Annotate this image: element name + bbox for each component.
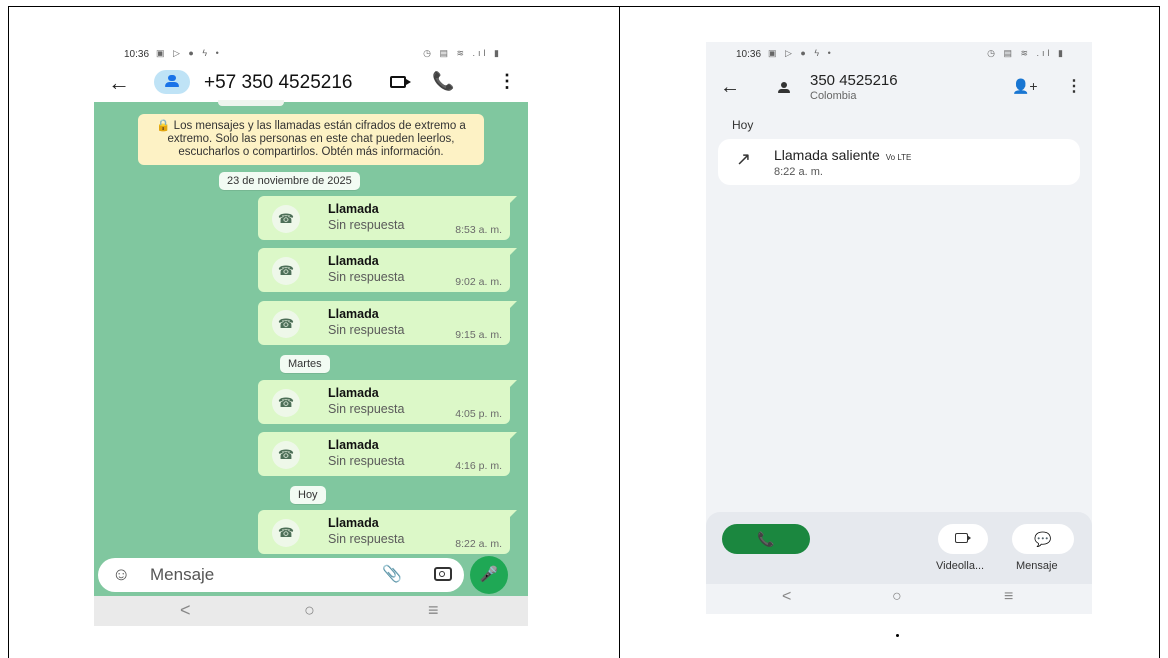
missed-call-icon: ☎ <box>272 519 300 547</box>
missed-call-icon: ☎ <box>272 441 300 469</box>
call-bubble[interactable]: ☎ Llamada Sin respuesta 9:15 a. m. <box>258 301 517 345</box>
table-border-left <box>8 6 9 658</box>
person-icon <box>778 82 790 94</box>
date-pill: 23 de noviembre de 2025 <box>219 172 360 190</box>
attach-icon[interactable]: 📎 <box>382 564 402 584</box>
nav-recents-icon[interactable]: ≡ <box>1004 588 1013 606</box>
call-time: 8:22 a. m. <box>774 166 823 178</box>
missed-call-icon: ☎ <box>272 389 300 417</box>
call-type-label: Llamada saliente <box>774 147 880 163</box>
message-placeholder[interactable]: Mensaje <box>150 565 214 585</box>
call-log-entry[interactable]: ↗ Llamada saliente Vo LTE 8:22 a. m. <box>718 139 1080 185</box>
date-pill: Martes <box>280 355 330 373</box>
call-log-screenshot: 10:36 ▣ ▷ ● ϟ • ◷ ▤ ≋ .ıl ▮ ← 350 452521… <box>706 42 1092 614</box>
call-button[interactable]: 📞 <box>722 524 810 554</box>
missed-call-icon: ☎ <box>272 205 300 233</box>
call-title: Llamada <box>328 254 379 268</box>
table-border-middle <box>619 6 620 658</box>
call-title: Llamada <box>328 516 379 530</box>
system-icons: ◷ ▤ ≋ .ıl ▮ <box>423 48 502 58</box>
video-call-icon[interactable] <box>390 76 411 88</box>
notification-icons: ▣ ▷ ● ϟ • <box>768 48 834 58</box>
overflow-menu-icon[interactable]: ⋮ <box>1066 76 1082 96</box>
contact-name[interactable]: +57 350 4525216 <box>204 72 352 94</box>
whatsapp-screenshot: 10:36 ▣ ▷ ● ϟ • ◷ ▤ ≋ .ıl ▮ ← +57 350 45… <box>94 42 528 626</box>
call-title: Llamada <box>328 202 379 216</box>
volte-icon: Vo LTE <box>885 153 912 162</box>
call-time: 8:53 a. m. <box>455 224 502 236</box>
call-status: Sin respuesta <box>328 402 405 416</box>
call-bubble[interactable]: ☎ Llamada Sin respuesta 9:02 a. m. <box>258 248 517 292</box>
contact-country: Colombia <box>810 90 857 102</box>
android-nav-bar: < ○ ≡ <box>94 596 528 626</box>
call-title: Llamada <box>328 386 379 400</box>
call-time: 4:16 p. m. <box>455 460 502 472</box>
add-contact-icon[interactable]: 👤+ <box>1012 78 1038 95</box>
call-title: Llamada <box>328 307 379 321</box>
outgoing-call-icon: ↗ <box>736 149 752 169</box>
person-icon-body <box>778 89 790 93</box>
missed-call-icon: ☎ <box>272 257 300 285</box>
call-status: Sin respuesta <box>328 270 405 284</box>
android-nav-bar: < ○ ≡ <box>706 584 1092 614</box>
previous-pill-edge <box>218 100 284 106</box>
nav-back-icon[interactable]: < <box>180 600 191 621</box>
call-bubble[interactable]: ☎ Llamada Sin respuesta 8:53 a. m. <box>258 196 517 240</box>
contact-header: ← 350 4525216 Colombia 👤+ ⋮ <box>706 64 1092 110</box>
day-label: Hoy <box>732 118 754 132</box>
call-type: Llamada saliente Vo LTE <box>774 147 911 163</box>
call-time: 9:02 a. m. <box>455 276 502 288</box>
nav-home-icon[interactable]: ○ <box>304 600 315 621</box>
call-title: Llamada <box>328 438 379 452</box>
composer-bar: ☺ Mensaje 📎 🎤 <box>94 554 528 596</box>
chat-header: ← +57 350 4525216 📞 ⋮ <box>94 64 528 102</box>
nav-back-icon[interactable]: < <box>782 588 791 606</box>
status-time: 10:36 <box>736 49 762 60</box>
video-icon <box>955 533 971 543</box>
nav-home-icon[interactable]: ○ <box>892 588 902 606</box>
encryption-notice[interactable]: 🔒 Los mensajes y las llamadas están cifr… <box>138 114 484 165</box>
call-time: 4:05 p. m. <box>455 408 502 420</box>
message-button[interactable]: 💬 <box>1012 524 1074 554</box>
person-icon-head <box>781 82 787 88</box>
caption-dot <box>896 634 899 637</box>
call-time: 8:22 a. m. <box>455 538 502 550</box>
person-icon-body <box>165 82 179 87</box>
date-pill: Hoy <box>290 486 326 504</box>
camera-icon[interactable] <box>434 567 452 581</box>
video-call-button[interactable] <box>938 524 988 554</box>
call-time: 9:15 a. m. <box>455 329 502 341</box>
status-bar: 10:36 ▣ ▷ ● ϟ • ◷ ▤ ≋ .ıl ▮ <box>94 42 528 64</box>
call-status: Sin respuesta <box>328 454 405 468</box>
message-label: Mensaje <box>1016 560 1058 572</box>
video-call-label: Videolla... <box>936 560 985 572</box>
system-icons: ◷ ▤ ≋ .ıl ▮ <box>987 48 1066 58</box>
table-border-top <box>8 6 1160 7</box>
person-icon <box>168 75 176 81</box>
action-bar: 📞 💬 Videolla... Mensaje <box>706 512 1092 584</box>
chat-area[interactable]: 🔒 Los mensajes y las llamadas están cifr… <box>94 100 528 554</box>
message-input[interactable]: ☺ Mensaje 📎 <box>98 558 464 592</box>
missed-call-icon: ☎ <box>272 310 300 338</box>
table-border-right <box>1159 6 1160 658</box>
call-status: Sin respuesta <box>328 532 405 546</box>
back-arrow-icon[interactable]: ← <box>720 76 740 99</box>
back-arrow-icon[interactable]: ← <box>108 70 130 96</box>
notification-icons: ▣ ▷ ● ϟ • <box>156 48 222 58</box>
status-time: 10:36 <box>124 49 150 60</box>
call-status: Sin respuesta <box>328 218 405 232</box>
call-bubble[interactable]: ☎ Llamada Sin respuesta 8:22 a. m. <box>258 510 517 554</box>
sticker-icon[interactable]: ☺ <box>112 564 130 585</box>
call-bubble[interactable]: ☎ Llamada Sin respuesta 4:16 p. m. <box>258 432 517 476</box>
overflow-menu-icon[interactable]: ⋮ <box>498 71 516 92</box>
status-bar: 10:36 ▣ ▷ ● ϟ • ◷ ▤ ≋ .ıl ▮ <box>706 42 1092 64</box>
call-status: Sin respuesta <box>328 323 405 337</box>
contact-avatar[interactable] <box>154 70 190 94</box>
mic-button[interactable]: 🎤 <box>470 556 508 594</box>
contact-number: 350 4525216 <box>810 72 898 89</box>
call-bubble[interactable]: ☎ Llamada Sin respuesta 4:05 p. m. <box>258 380 517 424</box>
voice-call-icon[interactable]: 📞 <box>432 71 454 92</box>
nav-recents-icon[interactable]: ≡ <box>428 600 439 621</box>
